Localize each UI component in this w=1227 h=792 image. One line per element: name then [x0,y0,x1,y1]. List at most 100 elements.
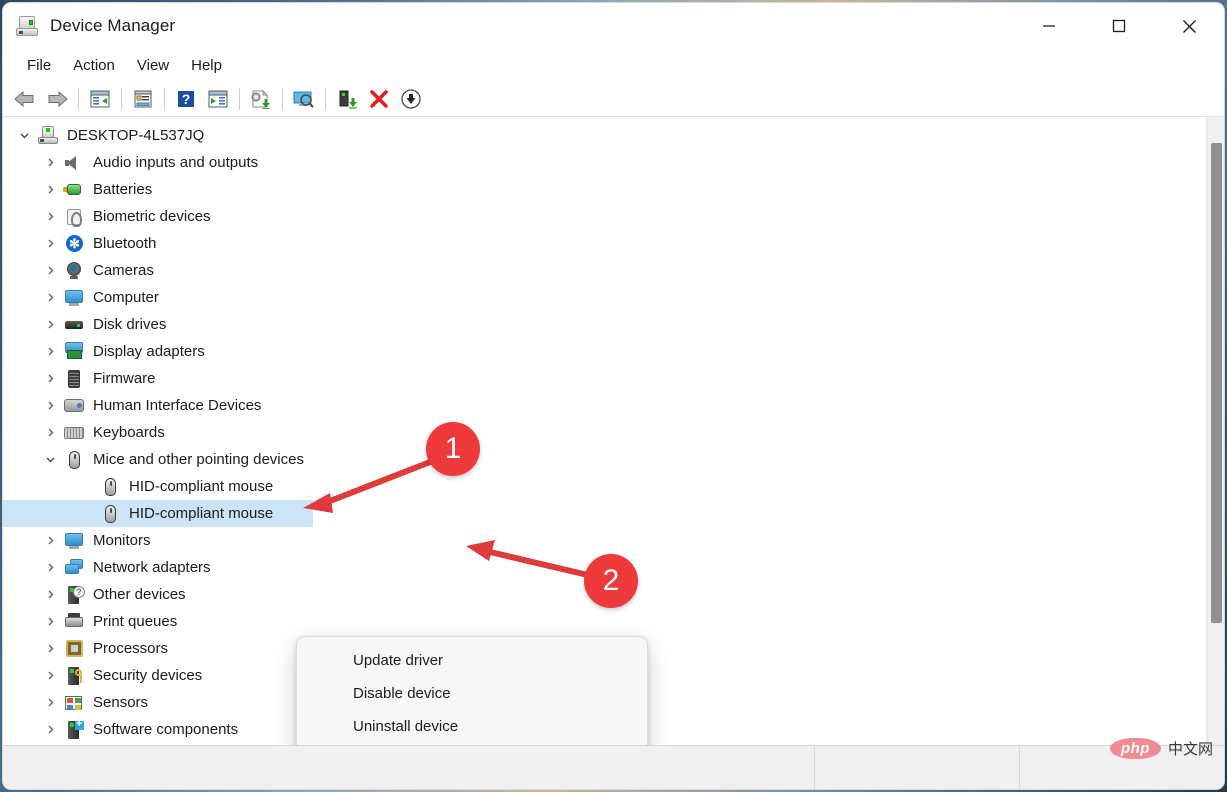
tree-row-batteries[interactable]: Batteries [3,176,1207,203]
context-menu-item-uninstall-device[interactable]: Uninstall device [297,710,647,743]
tree-item-label: Print queues [93,613,178,630]
menu-help[interactable]: Help [180,54,233,77]
properties-button[interactable] [127,84,159,114]
action-pane-icon [208,90,228,107]
hid-icon [63,396,85,416]
keyboard-icon [63,423,85,443]
show-hide-console-tree-button[interactable] [84,84,116,114]
toolbar-separator [239,87,240,110]
tree-row-root[interactable]: DESKTOP-4L537JQ [3,122,1207,149]
tree-item-label: Human Interface Devices [93,397,262,414]
tree-row-bluetooth[interactable]: ✻ Bluetooth [3,230,1207,257]
chevron-right-icon[interactable] [37,157,63,168]
tree-item-label: Display adapters [93,343,205,360]
display-adapter-icon [63,341,85,362]
console-tree-icon [90,90,110,107]
properties-icon [134,90,152,107]
forward-arrow-icon [48,90,68,107]
menu-action[interactable]: Action [62,54,126,77]
toolbar-separator [121,87,122,110]
chevron-right-icon[interactable] [37,589,63,600]
tree-row-display-adapters[interactable]: Display adapters [3,338,1207,365]
menu-view[interactable]: View [126,54,180,77]
scan-for-hardware-changes-button[interactable] [288,84,320,114]
fingerprint-icon [63,207,85,227]
tree-row-print-queues[interactable]: Print queues [3,608,1207,635]
tree-row-other-devices[interactable]: ? Other devices [3,581,1207,608]
chevron-right-icon[interactable] [37,643,63,654]
chevron-right-icon[interactable] [37,211,63,222]
firmware-chip-icon [63,369,85,389]
context-menu-item-disable-device[interactable]: Disable device [297,677,647,710]
forward-button[interactable] [41,84,73,114]
chevron-right-icon[interactable] [37,670,63,681]
disable-device-button[interactable] [395,84,427,114]
chevron-right-icon[interactable] [37,724,63,735]
tree-row-network-adapters[interactable]: Network adapters [3,554,1207,581]
tree-row-firmware[interactable]: Firmware [3,365,1207,392]
tree-row-disk-drives[interactable]: Disk drives [3,311,1207,338]
tree-row-hid-compliant-mouse-1[interactable]: HID-compliant mouse [3,473,1207,500]
tree-row-cameras[interactable]: Cameras [3,257,1207,284]
tree-item-label: Monitors [93,532,151,549]
device-tree[interactable]: DESKTOP-4L537JQ Audio inputs and outputs [3,117,1207,745]
title-bar: Device Manager [3,3,1224,49]
help-question-icon: ? [178,90,194,107]
chevron-right-icon[interactable] [37,319,63,330]
tree-row-keyboards[interactable]: Keyboards [3,419,1207,446]
watermark-text: 中文网 [1167,741,1213,758]
chevron-right-icon[interactable] [37,373,63,384]
show-hide-action-pane-button[interactable] [202,84,234,114]
update-driver-button[interactable] [245,84,277,114]
chevron-right-icon[interactable] [37,346,63,357]
tree-row-human-interface-devices[interactable]: Human Interface Devices [3,392,1207,419]
bluetooth-icon: ✻ [63,234,85,254]
chevron-right-icon[interactable] [37,184,63,195]
chevron-right-icon[interactable] [37,616,63,627]
mouse-icon [99,477,121,497]
context-menu-item-update-driver[interactable]: Update driver [297,644,647,677]
battery-icon [63,180,85,200]
help-button[interactable]: ? [170,84,202,114]
back-arrow-icon [14,90,34,107]
chevron-right-icon[interactable] [37,535,63,546]
tree-item-label: Network adapters [93,559,211,576]
red-x-icon [370,89,388,108]
chevron-right-icon[interactable] [37,427,63,438]
device-context-menu[interactable]: Update driver Disable device Uninstall d… [296,636,648,745]
close-button[interactable] [1154,3,1224,49]
window-title: Device Manager [50,16,176,35]
menu-file[interactable]: File [16,54,62,77]
tree-row-computer[interactable]: Computer [3,284,1207,311]
uninstall-device-button[interactable] [363,84,395,114]
tree-row-biometric-devices[interactable]: Biometric devices [3,203,1207,230]
tree-row-mice-and-other-pointing-devices[interactable]: Mice and other pointing devices [3,446,1207,473]
enable-device-button[interactable] [331,84,363,114]
chevron-right-icon[interactable] [37,400,63,411]
chevron-right-icon[interactable] [37,265,63,276]
tree-root-label: DESKTOP-4L537JQ [67,127,205,144]
maximize-button[interactable] [1084,3,1154,49]
back-button[interactable] [9,84,41,114]
scrollbar-thumb[interactable] [1211,143,1222,623]
chevron-right-icon[interactable] [37,238,63,249]
enable-device-icon [339,90,357,108]
chevron-down-icon[interactable] [11,130,37,141]
tree-row-hid-compliant-mouse-2-selected[interactable]: HID-compliant mouse [3,500,313,527]
vertical-scrollbar[interactable] [1207,117,1224,745]
tree-row-audio-inputs-and-outputs[interactable]: Audio inputs and outputs [3,149,1207,176]
update-driver-icon [251,89,270,109]
tree-row-monitors[interactable]: Monitors [3,527,1207,554]
mouse-icon [99,504,121,524]
minimize-button[interactable] [1014,3,1084,49]
content-area: DESKTOP-4L537JQ Audio inputs and outputs [3,117,1224,745]
tree-item-label: Computer [93,289,159,306]
tree-item-label: Batteries [93,181,153,198]
unknown-device-icon: ? [63,585,85,605]
chevron-right-icon[interactable] [37,292,63,303]
chevron-right-icon[interactable] [37,697,63,708]
chevron-down-icon[interactable] [37,454,63,465]
processor-chip-icon [63,639,85,659]
chevron-right-icon[interactable] [37,562,63,573]
tree-item-label: Security devices [93,667,203,684]
